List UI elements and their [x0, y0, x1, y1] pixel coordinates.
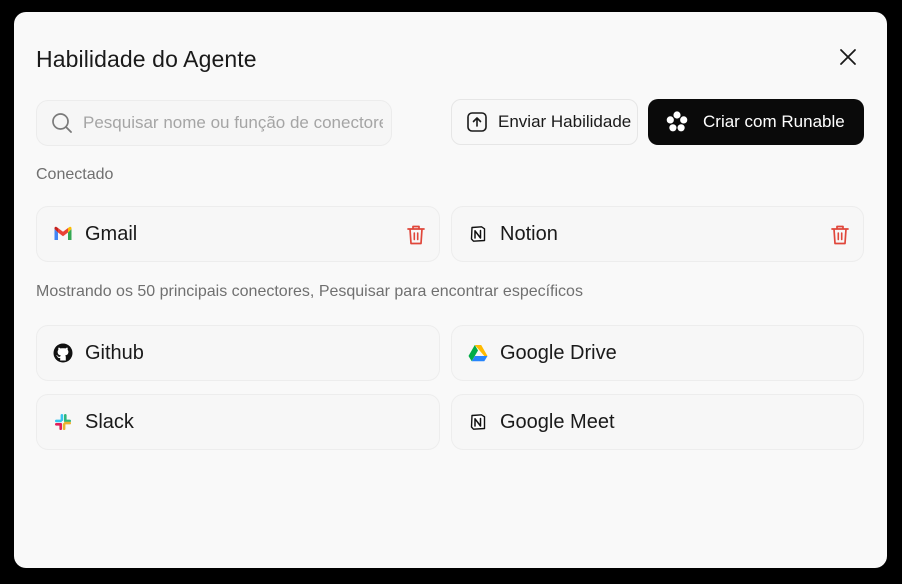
github-icon: [53, 343, 73, 363]
close-button[interactable]: [836, 45, 860, 69]
connector-card-gmail[interactable]: Gmail: [36, 206, 440, 262]
connector-name: Google Drive: [500, 341, 617, 364]
gmail-icon: [53, 224, 73, 244]
connector-card-google-drive[interactable]: Google Drive: [451, 325, 864, 381]
delete-connector-button[interactable]: [829, 223, 851, 247]
upload-icon: [467, 112, 487, 132]
upload-skill-label: Enviar Habilidade: [498, 112, 632, 131]
notion-icon: [468, 224, 488, 244]
runable-logo-icon: [666, 111, 688, 132]
connector-name: Github: [85, 341, 144, 364]
delete-connector-button[interactable]: [405, 223, 427, 247]
search-box[interactable]: [36, 100, 392, 146]
top-connectors-section-label: Mostrando os 50 principais conectores, P…: [36, 283, 583, 300]
connector-card-google-meet[interactable]: Google Meet: [451, 394, 864, 450]
search-input[interactable]: [83, 113, 383, 133]
google-drive-icon: [468, 343, 488, 363]
connector-name: Gmail: [85, 222, 138, 245]
connected-section-label: Conectado: [36, 166, 114, 183]
connector-name: Notion: [500, 222, 558, 245]
connector-card-slack[interactable]: Slack: [36, 394, 440, 450]
create-with-runable-label: Criar com Runable: [703, 112, 845, 131]
connector-card-notion[interactable]: Notion: [451, 206, 864, 262]
connector-name: Google Meet: [500, 410, 615, 433]
search-icon: [52, 113, 72, 133]
upload-skill-button[interactable]: Enviar Habilidade: [451, 99, 638, 145]
slack-icon: [53, 412, 73, 432]
connector-card-github[interactable]: Github: [36, 325, 440, 381]
trash-icon[interactable]: [830, 224, 850, 246]
notion-icon: [468, 412, 488, 432]
connector-name: Slack: [85, 410, 134, 433]
close-icon[interactable]: [839, 48, 857, 66]
create-with-runable-button[interactable]: Criar com Runable: [648, 99, 864, 145]
agent-skill-dialog: Habilidade do Agente Enviar Habilidade C…: [14, 12, 887, 568]
trash-icon[interactable]: [406, 224, 426, 246]
dialog-title: Habilidade do Agente: [36, 46, 257, 72]
